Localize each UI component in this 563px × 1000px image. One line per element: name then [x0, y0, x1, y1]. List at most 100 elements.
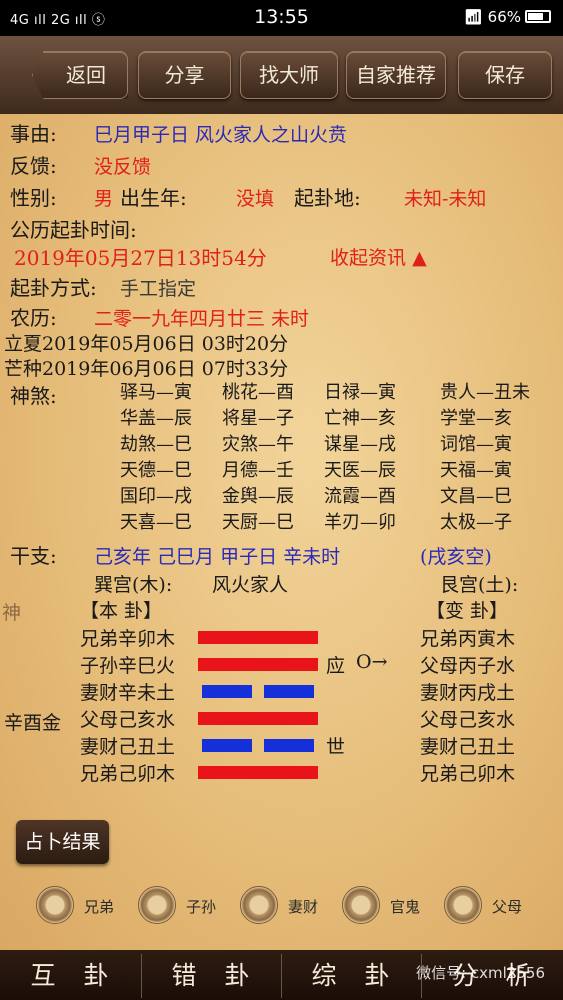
shensha-item: 流霞—酉	[324, 486, 396, 507]
filter-label: 官鬼	[390, 898, 421, 916]
moving-line-marker: O→	[356, 651, 388, 673]
filter-radio[interactable]	[36, 886, 74, 924]
yang-line	[198, 712, 318, 725]
solar-term-lixia: 立夏2019年05月06日 03时20分	[4, 333, 289, 355]
method-value: 手工指定	[120, 278, 197, 300]
bian-gua-line-label: 妻财丙戌土	[420, 682, 516, 704]
ben-gua-line-label: 妻财己丑土	[80, 736, 176, 758]
ben-gua-line-label: 父母己亥水	[80, 709, 176, 731]
battery-icon	[525, 10, 551, 23]
ben-gua-label: 【本 卦】	[80, 600, 163, 622]
battery-indicator: 📶︎ 66%	[464, 8, 551, 26]
filter-label: 子孙	[186, 898, 217, 916]
tab-hu-gua[interactable]: 互卦	[0, 954, 142, 998]
shi-marker: 世	[326, 736, 346, 758]
method-label: 起卦方式:	[10, 276, 97, 300]
find-master-button[interactable]: 找大师	[240, 51, 338, 99]
toolbar: 返回 分享 找大师 自家推荐 保存	[0, 36, 563, 114]
ben-gua-line-label: 子孙辛巳火	[80, 655, 176, 677]
yin-line-left	[202, 685, 252, 698]
shensha-item: 贵人—丑未	[440, 382, 530, 403]
wifi-icon: 📶︎	[463, 8, 483, 26]
birth-year-value: 没填	[236, 188, 275, 210]
place-label: 起卦地:	[294, 186, 361, 210]
ganzhi-value: 己亥年 己巳月 甲子日 辛未时	[94, 546, 341, 568]
shensha-item: 学堂—亥	[440, 408, 512, 429]
birth-year-label: 出生年:	[120, 186, 187, 210]
divination-result-button[interactable]: 占卜结果	[16, 820, 109, 864]
bian-gua-line-label: 妻财己丑土	[420, 736, 516, 758]
yin-line-right	[264, 739, 314, 752]
yang-line	[198, 766, 318, 779]
shensha-item: 天喜—巳	[120, 512, 192, 533]
gender-label: 性别:	[10, 186, 57, 210]
tab-zong-gua[interactable]: 综卦	[282, 954, 422, 998]
shensha-label: 神煞:	[10, 384, 57, 408]
gender-value: 男	[94, 188, 114, 210]
yin-line-left	[202, 739, 252, 752]
shensha-item: 天福—寅	[440, 460, 512, 481]
filter-label: 父母	[492, 898, 523, 916]
shensha-item: 日禄—寅	[324, 382, 396, 403]
shensha-item: 词馆—寅	[440, 434, 512, 455]
solar-time-value: 2019年05月27日13时54分	[14, 246, 267, 270]
shensha-item: 金舆—辰	[222, 486, 294, 507]
bottom-tab-bar: 互卦 错卦 综卦 分析 微信号: cxml2556	[0, 950, 563, 1000]
recommend-button[interactable]: 自家推荐	[346, 51, 446, 99]
gua-name-left: 风火家人	[212, 574, 289, 596]
shensha-item: 桃花—酉	[222, 382, 294, 403]
yang-line	[198, 631, 318, 644]
shensha-item: 劫煞—巳	[120, 434, 192, 455]
ben-gua-line-label: 兄弟辛卯木	[80, 628, 176, 650]
status-bar: 4G ıll 2G ıll ⓢ 13:55 📶︎ 66%	[0, 0, 563, 36]
shensha-item: 天德—巳	[120, 460, 192, 481]
ben-gua-line-label: 兄弟己卯木	[80, 763, 176, 785]
shensha-item: 天医—辰	[324, 460, 396, 481]
shensha-item: 亡神—亥	[324, 408, 396, 429]
tab-cuo-gua[interactable]: 错卦	[142, 954, 282, 998]
bian-gua-line-label: 兄弟己卯木	[420, 763, 516, 785]
palace-right: 艮宫(土):	[440, 574, 519, 596]
shensha-item: 灾煞—午	[222, 434, 294, 455]
shen-mark: 神	[2, 602, 22, 624]
ben-gua-line-label: 妻财辛未土	[80, 682, 176, 704]
palace-left: 巽宫(木):	[94, 574, 173, 596]
matter-label: 事由:	[10, 122, 57, 146]
ganzhi-label: 干支:	[10, 544, 57, 568]
collect-info-link[interactable]: 收起资讯 ▲	[330, 243, 427, 270]
filter-label: 妻财	[288, 898, 319, 916]
filter-label: 兄弟	[84, 898, 115, 916]
feedback-value: 没反馈	[94, 156, 152, 178]
shensha-item: 太极—子	[440, 512, 512, 533]
yang-line	[198, 658, 318, 671]
bian-gua-label: 【变 卦】	[426, 600, 509, 622]
watermark: 微信号: cxml2556	[416, 964, 545, 982]
filter-radio[interactable]	[138, 886, 176, 924]
shensha-item: 驿马—寅	[120, 382, 192, 403]
bian-gua-line-label: 父母己亥水	[420, 709, 516, 731]
yin-line-right	[264, 685, 314, 698]
solar-time-label: 公历起卦时间:	[10, 218, 137, 242]
bian-gua-line-label: 兄弟丙寅木	[420, 628, 516, 650]
shensha-item: 将星—子	[222, 408, 294, 429]
ganzhi-kong: (戌亥空)	[420, 546, 492, 568]
filter-radio[interactable]	[240, 886, 278, 924]
ying-marker: 应	[326, 655, 346, 677]
save-button[interactable]: 保存	[458, 51, 552, 99]
back-button[interactable]: 返回	[32, 51, 128, 99]
filter-radio[interactable]	[444, 886, 482, 924]
bian-gua-line-label: 父母丙子水	[420, 655, 516, 677]
lunar-label: 农历:	[10, 306, 57, 330]
triangle-up-icon: ▲	[412, 247, 427, 269]
share-button[interactable]: 分享	[138, 51, 231, 99]
matter-value: 巳月甲子日 风火家人之山火贲	[94, 124, 348, 146]
feedback-label: 反馈:	[10, 154, 57, 178]
shensha-item: 羊刃—卯	[324, 512, 396, 533]
divination-sheet: 事由: 巳月甲子日 风火家人之山火贲 反馈: 没反馈 性别: 男 出生年: 没填…	[0, 114, 563, 950]
lunar-value: 二零一九年四月廿三 未时	[94, 308, 310, 330]
filter-radio[interactable]	[342, 886, 380, 924]
shensha-item: 谋星—戌	[324, 434, 396, 455]
shensha-item: 文昌—巳	[440, 486, 512, 507]
fushen-label: 辛酉金	[4, 712, 62, 734]
solar-term-mangzhong: 芒种2019年06月06日 07时33分	[4, 358, 289, 380]
